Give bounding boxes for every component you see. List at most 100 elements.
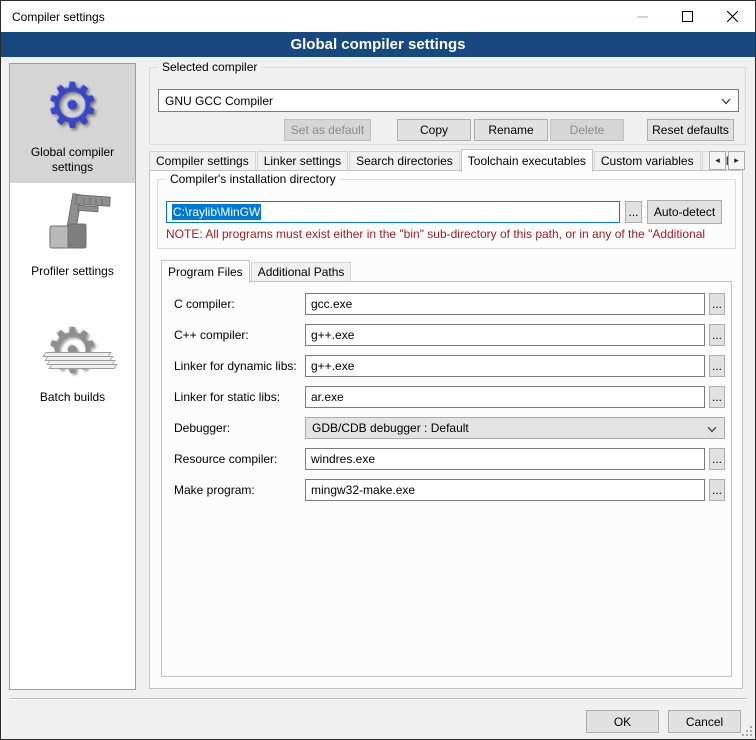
compiler-settings-dialog: Compiler settings Global compiler settin… xyxy=(0,0,756,740)
static-linker-input[interactable]: ar.exe xyxy=(305,386,705,408)
chevron-down-icon xyxy=(721,98,731,105)
paper-stack-icon xyxy=(44,352,112,376)
programs-tabstrip: Program Files Additional Paths xyxy=(161,259,352,282)
installation-directory-value: C:\raylib\MinGW xyxy=(172,204,261,220)
maximize-icon xyxy=(682,11,693,22)
compiler-select-value: GNU GCC Compiler xyxy=(165,94,273,108)
sidebar-item-batch-builds[interactable]: ⚙ Batch builds xyxy=(10,309,135,413)
rename-button[interactable]: Rename xyxy=(474,119,548,141)
make-program-browse-button[interactable]: ... xyxy=(709,479,725,501)
caliper-icon xyxy=(14,192,131,258)
settings-category-list: ⚙ Global compiler settings xyxy=(9,63,136,690)
c-compiler-input[interactable]: gcc.exe xyxy=(305,293,705,315)
page-title: Global compiler settings xyxy=(1,32,755,57)
field-label: Linker for dynamic libs: xyxy=(174,359,297,373)
toolchain-executables-page: Compiler's installation directory C:\ray… xyxy=(149,170,743,689)
sidebar-item-profiler-settings[interactable]: Profiler settings xyxy=(10,183,135,287)
cancel-button[interactable]: Cancel xyxy=(668,710,741,733)
field-row-static-linker: Linker for static libs: ar.exe ... xyxy=(174,386,723,408)
tab-toolchain-executables[interactable]: Toolchain executables xyxy=(461,149,593,172)
ellipsis-icon: ... xyxy=(712,328,722,342)
resource-compiler-input[interactable]: windres.exe xyxy=(305,448,705,470)
auto-detect-button[interactable]: Auto-detect xyxy=(647,200,722,224)
title-bar[interactable]: Compiler settings xyxy=(1,1,755,32)
make-program-input[interactable]: mingw32-make.exe xyxy=(305,479,705,501)
field-label: C++ compiler: xyxy=(174,328,249,342)
field-row-resource-compiler: Resource compiler: windres.exe ... xyxy=(174,448,723,470)
resize-grip[interactable] xyxy=(742,726,752,736)
minimize-icon xyxy=(637,11,648,22)
ok-label: OK xyxy=(614,715,631,729)
minimize-button[interactable] xyxy=(620,1,665,32)
blue-gear-icon: ⚙ xyxy=(14,73,131,139)
ellipsis-icon: ... xyxy=(712,452,722,466)
field-value: g++.exe xyxy=(311,328,354,342)
set-as-default-label: Set as default xyxy=(291,123,364,137)
field-row-make-program: Make program: mingw32-make.exe ... xyxy=(174,479,723,501)
selected-compiler-group-label: Selected compiler xyxy=(158,60,261,74)
tab-search-directories[interactable]: Search directories xyxy=(349,151,460,171)
main-panel: Selected compiler GNU GCC Compiler Set a… xyxy=(148,63,750,690)
delete-button: Delete xyxy=(550,119,624,141)
settings-tabstrip: Compiler settings Linker settings Search… xyxy=(149,148,740,171)
tab-scroll-left-button[interactable]: ◂ xyxy=(709,151,726,170)
cancel-label: Cancel xyxy=(686,715,723,729)
reset-defaults-label: Reset defaults xyxy=(652,123,729,137)
selected-compiler-group: Selected compiler GNU GCC Compiler Set a… xyxy=(149,67,746,145)
tab-scroll-right-button[interactable]: ▸ xyxy=(728,151,745,170)
field-value: windres.exe xyxy=(311,452,375,466)
delete-label: Delete xyxy=(570,123,605,137)
footer-separator xyxy=(9,698,747,700)
batch-builds-icon: ⚙ xyxy=(14,318,131,384)
ellipsis-icon: ... xyxy=(712,359,722,373)
installation-directory-input[interactable]: C:\raylib\MinGW xyxy=(166,201,620,223)
field-row-cpp-compiler: C++ compiler: g++.exe ... xyxy=(174,324,723,346)
cpp-compiler-browse-button[interactable]: ... xyxy=(709,324,725,346)
dynamic-linker-browse-button[interactable]: ... xyxy=(709,355,725,377)
close-button[interactable] xyxy=(710,1,755,32)
copy-button[interactable]: Copy xyxy=(397,119,471,141)
cpp-compiler-input[interactable]: g++.exe xyxy=(305,324,705,346)
field-row-debugger: Debugger: GDB/CDB debugger : Default xyxy=(174,417,723,439)
tab-program-files[interactable]: Program Files xyxy=(161,260,250,283)
ellipsis-icon: ... xyxy=(712,390,722,404)
window-title: Compiler settings xyxy=(1,10,105,24)
field-value: ar.exe xyxy=(311,390,344,404)
auto-detect-label: Auto-detect xyxy=(654,205,715,219)
field-value: gcc.exe xyxy=(311,297,352,311)
program-files-page: C compiler: gcc.exe ... C++ compiler: g+… xyxy=(161,281,732,677)
debugger-select[interactable]: GDB/CDB debugger : Default xyxy=(305,417,725,439)
ellipsis-icon: ... xyxy=(712,297,722,311)
field-row-c-compiler: C compiler: gcc.exe ... xyxy=(174,293,723,315)
tab-additional-paths[interactable]: Additional Paths xyxy=(251,262,352,282)
sidebar-item-global-compiler-settings[interactable]: ⚙ Global compiler settings xyxy=(10,64,135,183)
field-label: Linker for static libs: xyxy=(174,390,280,404)
ok-button[interactable]: OK xyxy=(586,710,659,733)
chevron-down-icon xyxy=(707,426,717,433)
dynamic-linker-input[interactable]: g++.exe xyxy=(305,355,705,377)
maximize-button[interactable] xyxy=(665,1,710,32)
tab-compiler-settings[interactable]: Compiler settings xyxy=(149,151,256,171)
bin-subdirectory-note: NOTE: All programs must exist either in … xyxy=(166,227,733,241)
field-value: g++.exe xyxy=(311,359,354,373)
ellipsis-icon: ... xyxy=(628,205,638,219)
reset-defaults-button[interactable]: Reset defaults xyxy=(647,119,734,141)
sidebar-item-label: Profiler settings xyxy=(14,264,131,279)
copy-label: Copy xyxy=(420,123,448,137)
c-compiler-browse-button[interactable]: ... xyxy=(709,293,725,315)
sidebar-item-label: Global compiler settings xyxy=(14,145,131,175)
resource-compiler-browse-button[interactable]: ... xyxy=(709,448,725,470)
field-value: GDB/CDB debugger : Default xyxy=(312,421,469,435)
set-as-default-button: Set as default xyxy=(284,119,371,141)
field-label: Debugger: xyxy=(174,421,230,435)
field-label: C compiler: xyxy=(174,297,235,311)
compiler-select[interactable]: GNU GCC Compiler xyxy=(158,89,739,112)
sidebar-item-label: Batch builds xyxy=(14,390,131,405)
static-linker-browse-button[interactable]: ... xyxy=(709,386,725,408)
field-label: Resource compiler: xyxy=(174,452,277,466)
field-value: mingw32-make.exe xyxy=(311,483,415,497)
rename-label: Rename xyxy=(488,123,533,137)
tab-linker-settings[interactable]: Linker settings xyxy=(257,151,348,171)
tab-custom-variables[interactable]: Custom variables xyxy=(594,151,701,171)
installation-directory-browse-button[interactable]: ... xyxy=(625,201,642,223)
